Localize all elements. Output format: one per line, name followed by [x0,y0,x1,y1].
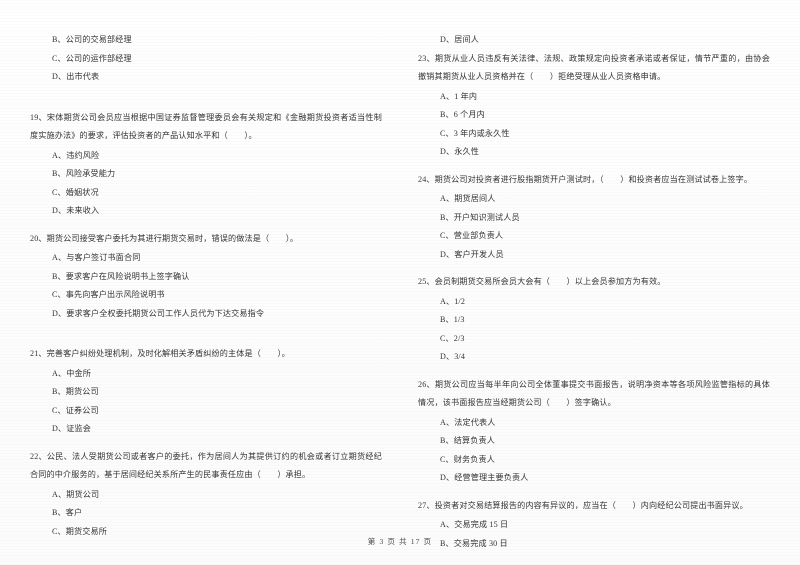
question-options: A、期货居间人 B、开户知识测试人员 C、营业部负责人 D、客户开发人员 [418,190,770,264]
option-item: B、要求客户在风险说明书上签字确认 [52,271,190,281]
question-options: A、期货公司 B、客户 C、期货交易所 [30,486,382,542]
page-columns: B、公司的交易部经理 C、公司的运作部经理 D、出市代表 19、宋体期货公司会员… [0,30,800,548]
option-item: C、营业部负责人 [440,231,504,240]
option-item: C、3 年内或永久性 [440,128,510,138]
right-column: D、居间人 23、期货从业人员违反有关法律、法规、政策规定向投资者承诺或者保证，… [418,30,770,548]
option-item: D、居间人 [440,35,479,44]
question-options: A、与客户签订书面合同 B、要求客户在风险说明书上签字确认 C、事先向客户出示风… [30,249,382,323]
option-item: B、1/3 [440,315,465,324]
question-25: 25、会员制期货交易所会员大会有（ ）以上会员参加方为有效。 A、1/2 B、1… [418,273,770,367]
question-options: A、1/2 B、1/3 C、2/3 D、3/4 [418,293,770,367]
question-options: A、中金所 B、期货公司 C、证券公司 D、证监会 [30,365,382,439]
option-item: D、永久性 [440,147,479,156]
question-22: 22、公民、法人受期货公司或者客户的委托，作为居间人为其提供订约的机会或者订立期… [30,448,382,542]
question-23: 23、期货从业人员违反有关法律、法规、政策规定向投资者承诺或者保证，情节严重的，… [418,50,770,162]
option-item: A、法定代表人 [440,417,496,427]
option-item: B、风险承受能力 [52,169,116,178]
option-item: A、中金所 [52,368,91,378]
option-item: A、与客户签订书面合同 [52,253,141,262]
question-options: A、交易完成 15 日 B、交易完成 30 日 [418,516,770,553]
question-stem: 27、投资者对交易结算报告的内容有异议的，应当在（ ）内向经纪公司提出书面异议。 [418,500,748,510]
option-item: D、要求客户全权委托期货公司工作人员代为下达交易指令 [52,308,265,318]
question-stem: 21、完善客户纠纷处理机制，及时化解相关矛盾纠纷的主体是（ ）。 [30,349,290,358]
question-stem: 23、期货从业人员违反有关法律、法规、政策规定向投资者承诺或者保证，情节严重的，… [418,53,770,82]
option-item: C、事先向客户出示风险说明书 [52,290,165,299]
question-19: 19、宋体期货公司会员应当根据中国证券监督管理委员会有关规定和《金融期货投资者适… [30,109,382,221]
question-stem: 19、宋体期货公司会员应当根据中国证券监督管理委员会有关规定和《金融期货投资者适… [30,112,382,141]
option-item: D、出市代表 [52,72,100,81]
question-stem: 22、公民、法人受期货公司或者客户的委托，作为居间人为其提供订约的机会或者订立期… [30,451,382,480]
question-stem: 26、期货公司应当每半年向公司全体董事提交书面报告，说明净资本等各项风险监管指标… [418,379,770,408]
option-item: B、公司的交易部经理 [52,35,132,44]
option-item: C、2/3 [440,333,465,343]
page-footer: 第 3 页 共 17 页 [367,537,433,546]
question-stem: 20、期货公司接受客户委托为其进行期货交易时，错误的做法是（ ）。 [30,233,299,243]
option-item: A、交易完成 15 日 [440,520,509,529]
continued-options-left: B、公司的交易部经理 C、公司的运作部经理 D、出市代表 [30,31,382,87]
question-24: 24、期货公司对投资者进行股指期货开户测试时，（ ）和投资者应当在测试试卷上签字… [418,171,770,265]
question-options: A、违约风险 B、风险承受能力 C、婚姻状况 D、未来收入 [30,147,382,221]
option-item: A、期货公司 [52,489,100,499]
option-item: B、开户知识测试人员 [440,212,520,222]
option-item: A、1/2 [440,296,466,306]
option-item: C、财务负责人 [440,454,496,464]
option-item: C、公司的运作部经理 [52,53,132,63]
question-stem: 25、会员制期货交易所会员大会有（ ）以上会员参加方为有效。 [418,277,666,286]
option-item: A、期货居间人 [440,194,496,203]
option-item: B、期货公司 [52,387,99,396]
option-item: D、经营管理主要负责人 [440,473,529,482]
option-item: A、违约风险 [52,150,100,160]
left-column: B、公司的交易部经理 C、公司的运作部经理 D、出市代表 19、宋体期货公司会员… [30,30,382,536]
option-item: C、婚姻状况 [52,187,99,197]
option-item: D、客户开发人员 [440,249,504,259]
option-item: B、客户 [52,508,83,517]
option-item: A、1 年内 [440,91,478,101]
option-item: C、证券公司 [52,405,99,415]
option-item: D、3/4 [440,352,466,361]
question-26: 26、期货公司应当每半年向公司全体董事提交书面报告，说明净资本等各项风险监管指标… [418,376,770,488]
option-item: D、未来收入 [52,206,100,215]
option-item: B、结算负责人 [440,436,496,445]
continued-options-right: D、居间人 [418,31,770,50]
question-options: A、法定代表人 B、结算负责人 C、财务负责人 D、经营管理主要负责人 [418,414,770,488]
question-20: 20、期货公司接受客户委托为其进行期货交易时，错误的做法是（ ）。 A、与客户签… [30,230,382,324]
question-options: A、1 年内 B、6 个月内 C、3 年内或永久性 D、永久性 [418,88,770,162]
question-stem: 24、期货公司对投资者进行股指期货开户测试时，（ ）和投资者应当在测试试卷上签字… [418,174,753,184]
option-item: D、证监会 [52,424,91,433]
option-item: B、6 个月内 [440,110,485,119]
question-21: 21、完善客户纠纷处理机制，及时化解相关矛盾纠纷的主体是（ ）。 A、中金所 B… [30,345,382,439]
